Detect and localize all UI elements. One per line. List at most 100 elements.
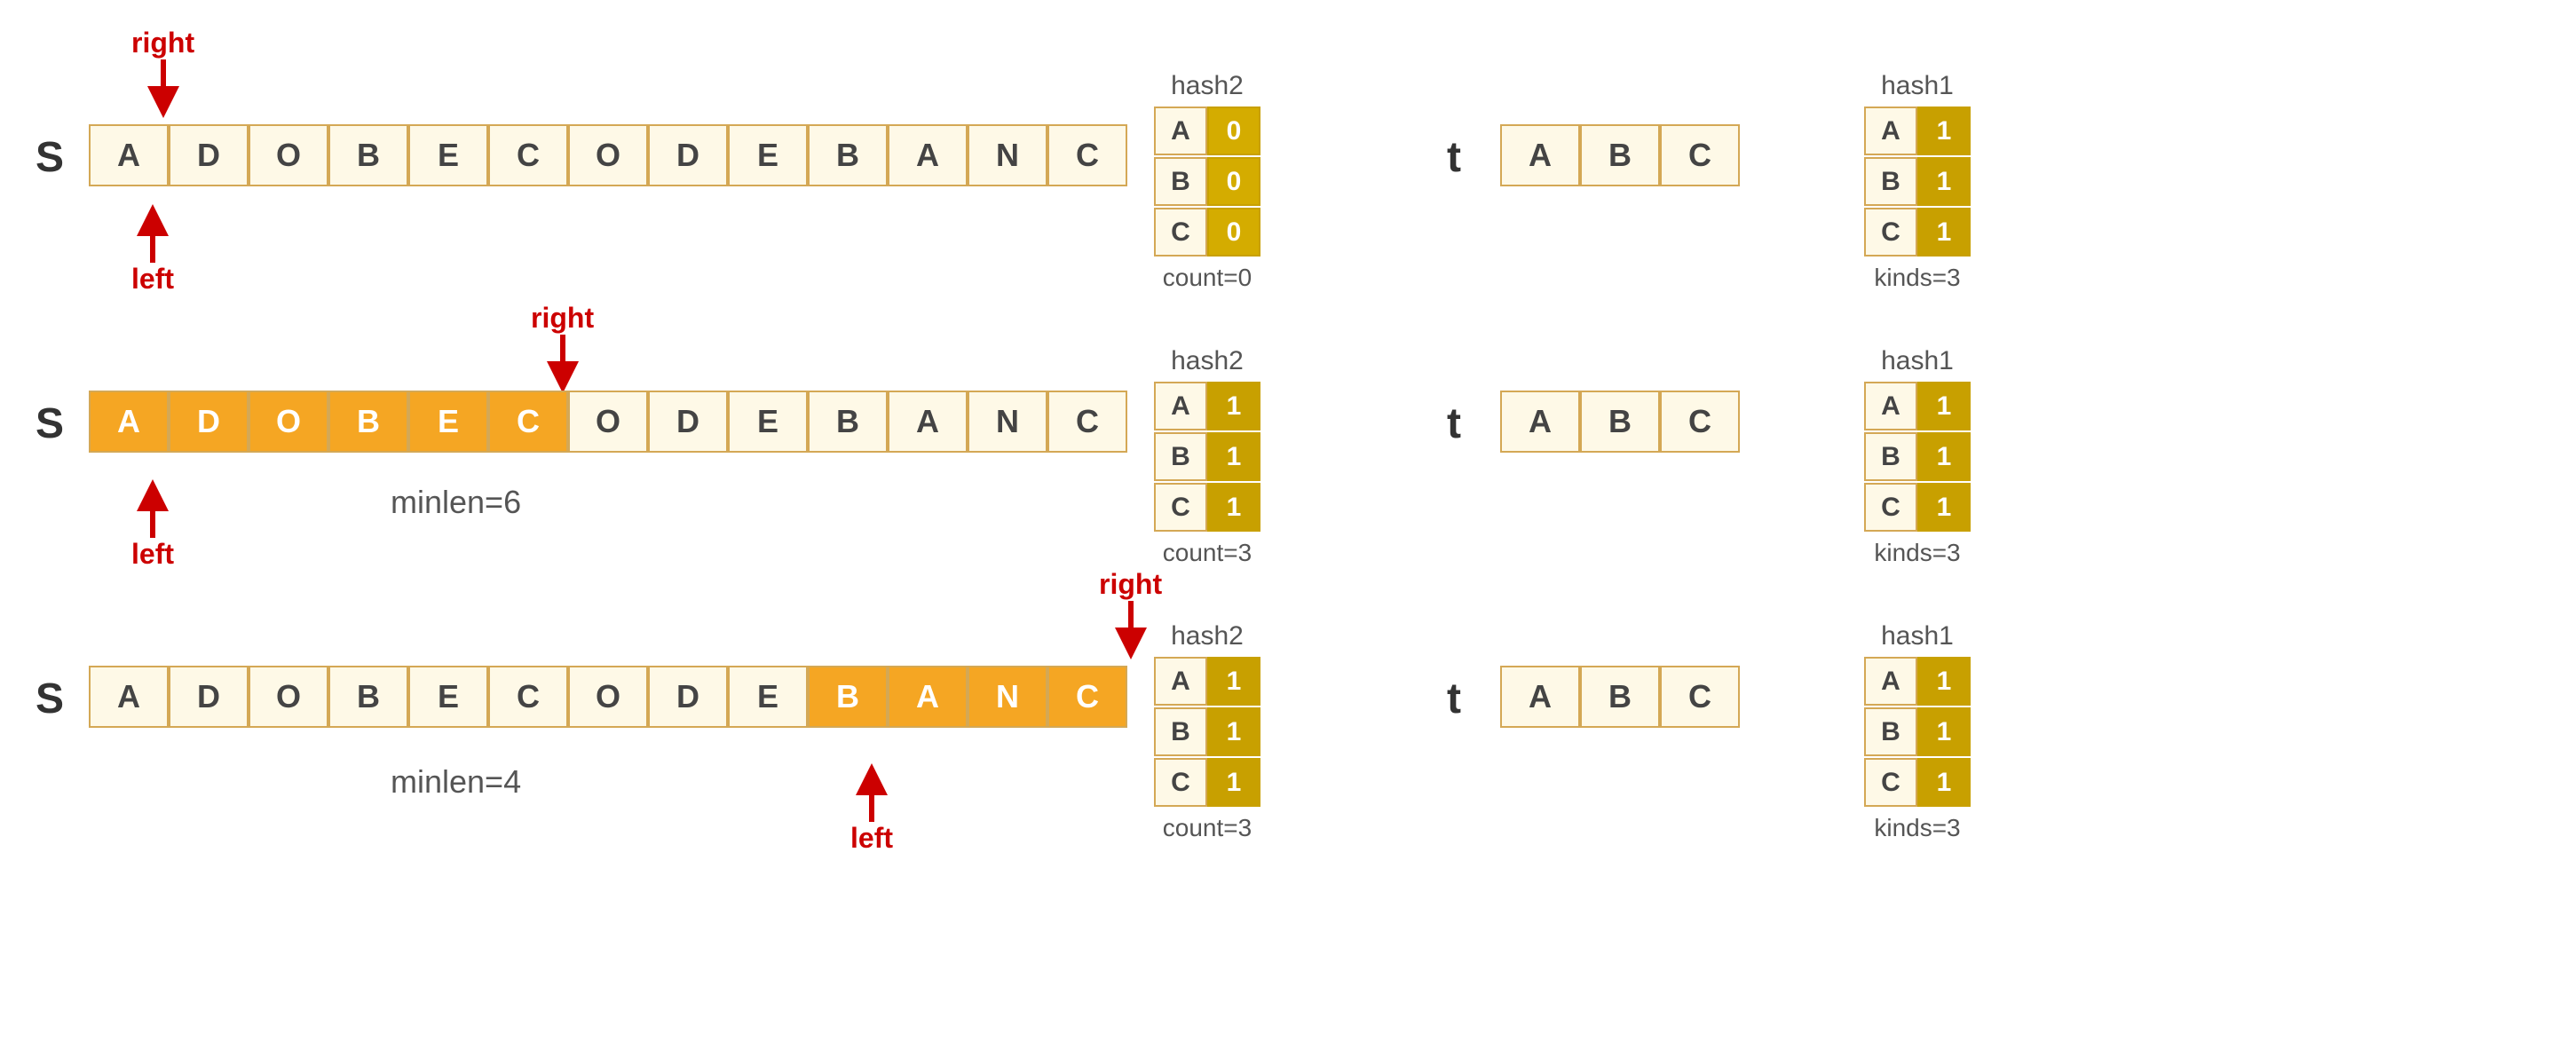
row2-hash2-val-C: 1: [1207, 483, 1260, 532]
row2-hash1-row-A: A 1: [1864, 382, 1971, 430]
row3-hash2-row-A: A 1: [1154, 657, 1260, 706]
row1-hash2-title: hash2: [1154, 71, 1260, 101]
row2-hash2-key-C: C: [1154, 483, 1207, 532]
row1-cell-5: C: [488, 124, 568, 186]
row1-cell-9: B: [808, 124, 888, 186]
row2-left-arrow: left: [131, 479, 174, 571]
row3-hash1-key-A: A: [1864, 657, 1917, 706]
row1-right-label: right: [131, 27, 194, 59]
row1-t-label: t: [1447, 133, 1479, 182]
row3-cell-10: A: [888, 666, 968, 728]
row1-left-label: left: [131, 263, 174, 296]
row2-array: A D O B E C O D E B A N C: [89, 391, 1127, 453]
row1-hash2-key-B: B: [1154, 157, 1207, 206]
row2-right-label: right: [531, 302, 594, 335]
row3-cell-3: B: [328, 666, 408, 728]
row3-left-arrow: left: [850, 763, 893, 855]
row1-right-arrow: right: [131, 27, 194, 118]
row2-hash2-row-B: B 1: [1154, 432, 1260, 481]
row2-t-cell-2: C: [1660, 391, 1740, 453]
row1-cell-11: N: [968, 124, 1047, 186]
row1-hash2-key-A: A: [1154, 107, 1207, 155]
row1-right-arrow-head: [147, 86, 179, 118]
row1-hash2-count: count=0: [1154, 264, 1260, 292]
row1-hash1-row-B: B 1: [1864, 157, 1971, 206]
row2-hash2-count: count=3: [1154, 539, 1260, 567]
row1-hash1: hash1 A 1 B 1 C 1 kinds=3: [1864, 71, 1971, 292]
row3-right-arrow: right: [1099, 568, 1162, 659]
row2-cell-5: C: [488, 391, 568, 453]
row2-minlen: minlen=6: [355, 484, 521, 521]
row1-cell-6: O: [568, 124, 648, 186]
row1-t-cell-1: B: [1580, 124, 1660, 186]
row2-left-arrow-line: [150, 511, 155, 538]
row3-hash1-title: hash1: [1864, 621, 1971, 651]
row1-hash2-row-B: B 0: [1154, 157, 1260, 206]
row2-cell-0: A: [89, 391, 169, 453]
row1-right-arrow-line: [161, 59, 166, 86]
row3-hash1-row-C: C 1: [1864, 758, 1971, 807]
row3-hash1-row-B: B 1: [1864, 707, 1971, 756]
row3-hash2-title: hash2: [1154, 621, 1260, 651]
row3-t-cell-1: B: [1580, 666, 1660, 728]
row3-cell-5: C: [488, 666, 568, 728]
row1-cell-3: B: [328, 124, 408, 186]
row2-hash2-key-A: A: [1154, 382, 1207, 430]
row1-cell-2: O: [249, 124, 328, 186]
row3-right-arrow-head: [1115, 628, 1147, 659]
row3-right-label: right: [1099, 568, 1162, 601]
row1-array: A D O B E C O D E B A N C: [89, 124, 1127, 186]
row3-cell-1: D: [169, 666, 249, 728]
row3-hash1-kinds: kinds=3: [1864, 814, 1971, 842]
row1-left-arrow-head: [137, 204, 169, 236]
row1-hash2-key-C: C: [1154, 208, 1207, 257]
row3-hash2-row-C: C 1: [1154, 758, 1260, 807]
row2-hash1-kinds: kinds=3: [1864, 539, 1971, 567]
row1-hash2-val-A: 0: [1207, 107, 1260, 155]
row1-hash2-val-C: 0: [1207, 208, 1260, 257]
row1-hash1-key-C: C: [1864, 208, 1917, 257]
row1-hash1-val-B: 1: [1917, 157, 1971, 206]
row2-t-cell-1: B: [1580, 391, 1660, 453]
row2-t-array: A B C: [1500, 391, 1740, 453]
row3-array: A D O B E C O D E B A N C: [89, 666, 1127, 728]
row1-cell-4: E: [408, 124, 488, 186]
row2-cell-11: N: [968, 391, 1047, 453]
row1-hash1-val-A: 1: [1917, 107, 1971, 155]
row3-cell-4: E: [408, 666, 488, 728]
row3-hash1-val-C: 1: [1917, 758, 1971, 807]
row1-t-array: A B C: [1500, 124, 1740, 186]
row3-t-cell-2: C: [1660, 666, 1740, 728]
row3-cell-0: A: [89, 666, 169, 728]
row2-cell-7: D: [648, 391, 728, 453]
row2-hash1-val-A: 1: [1917, 382, 1971, 430]
row3-hash2-val-A: 1: [1207, 657, 1260, 706]
row3-hash1: hash1 A 1 B 1 C 1 kinds=3: [1864, 621, 1971, 842]
row2-hash2: hash2 A 1 B 1 C 1 count=3: [1154, 346, 1260, 567]
row3-cell-6: O: [568, 666, 648, 728]
row1-hash2-row-C: C 0: [1154, 208, 1260, 257]
row2-hash2-row-A: A 1: [1154, 382, 1260, 430]
row3-left-label: left: [850, 822, 893, 855]
row3-cell-8: E: [728, 666, 808, 728]
row2-cell-3: B: [328, 391, 408, 453]
row1-t-cell-2: C: [1660, 124, 1740, 186]
row3-right-arrow-line: [1128, 601, 1134, 628]
row3-hash2-val-B: 1: [1207, 707, 1260, 756]
row2-hash1-row-B: B 1: [1864, 432, 1971, 481]
row3-hash2-val-C: 1: [1207, 758, 1260, 807]
row1-left-arrow-line: [150, 236, 155, 263]
row2-hash2-row-C: C 1: [1154, 483, 1260, 532]
row3-hash1-key-C: C: [1864, 758, 1917, 807]
row1-hash1-key-A: A: [1864, 107, 1917, 155]
row3-hash2: hash2 A 1 B 1 C 1 count=3: [1154, 621, 1260, 842]
row3-hash2-key-B: B: [1154, 707, 1207, 756]
row2-hash2-key-B: B: [1154, 432, 1207, 481]
row2-left-arrow-head: [137, 479, 169, 511]
row3-t-cell-0: A: [1500, 666, 1580, 728]
row2-hash1-val-C: 1: [1917, 483, 1971, 532]
row3-hash1-key-B: B: [1864, 707, 1917, 756]
row3-cell-9: B: [808, 666, 888, 728]
row2-left-label: left: [131, 538, 174, 571]
row2-t-label: t: [1447, 399, 1479, 448]
